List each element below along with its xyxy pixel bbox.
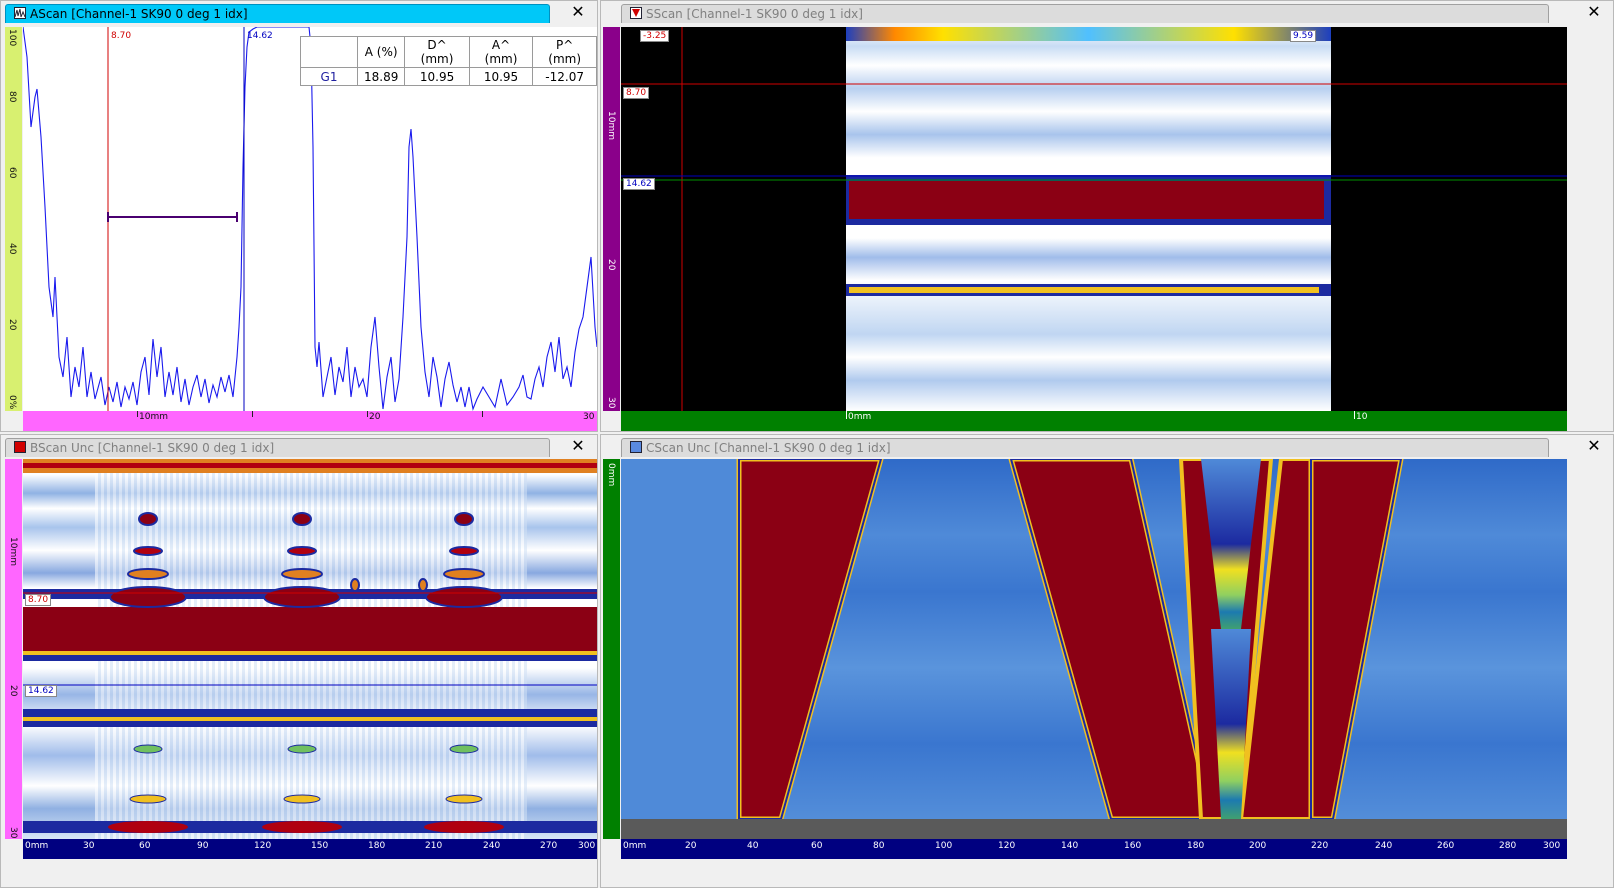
gate-value: -12.07 [532,67,597,86]
ruler-label: 40 [7,243,17,255]
ascan-cursor-blue-label: 14.62 [247,31,273,41]
ruler-label: 200 [1249,841,1267,851]
ruler-label: 240 [1375,841,1393,851]
gate-value: 18.89 [356,67,406,86]
gate-name: G1 [300,67,358,86]
ruler-label: 10 [1356,412,1368,422]
ruler-label: 100 [7,29,17,47]
ruler-label: 120 [998,841,1016,851]
ruler-label: 180 [368,841,386,851]
ruler-label: 270 [540,841,558,851]
ruler-label: 10mm [8,537,18,566]
cscan-scan-ruler[interactable]: 0mm 20 40 60 80 100 120 140 160 180 200 … [621,839,1567,859]
sscan-cursor-red-label: 8.70 [623,87,650,99]
bscan-image[interactable] [23,459,597,839]
ruler-label: 30 [8,827,18,839]
ascan-icon [14,7,26,19]
gate-value: 10.95 [404,67,470,86]
ruler-label: 30 [83,841,95,851]
sscan-marker-top-right: 9.59 [1290,30,1317,42]
ruler-label: 300 [578,841,596,851]
ruler-label: 20 [8,685,18,697]
ruler-label: 80 [873,841,885,851]
ascan-depth-ruler[interactable]: 10mm 20 30 [23,411,597,431]
cscan-icon [630,441,642,453]
ruler-label: 220 [1311,841,1329,851]
bscan-cursor-red-label: 8.70 [25,594,52,606]
ascan-close-button[interactable]: ✕ [567,2,589,22]
ruler-label: 280 [1499,841,1517,851]
cscan-title: CScan Unc [Channel-1 SK90 0 deg 1 idx] [646,441,891,455]
sscan-marker-top-left: -3.25 [640,30,670,42]
ruler-label: 80 [7,91,17,103]
ruler-label: 20 [685,841,697,851]
ascan-title: AScan [Channel-1 SK90 0 deg 1 idx] [30,7,248,21]
bscan-depth-ruler[interactable]: 10mm 20 30 [5,459,22,839]
ruler-label: 0mm [848,412,872,422]
ruler-label: 210 [425,841,443,851]
sscan-cursor-blue-label: 14.62 [623,178,655,190]
bscan-scan-ruler[interactable]: 0mm 30 60 90 120 150 180 210 240 270 300 [23,839,597,859]
ruler-label: 100 [935,841,953,851]
ruler-label: 10mm [139,412,168,422]
bscan-icon [14,441,26,453]
ruler-label: 0mm [606,463,616,487]
bscan-titlebar: BScan Unc [Channel-1 SK90 0 deg 1 idx] ✕ [1,435,597,457]
ruler-label: 40 [747,841,759,851]
bscan-window: BScan Unc [Channel-1 SK90 0 deg 1 idx] ✕… [0,434,598,888]
ruler-label: 60 [139,841,151,851]
ruler-label: 20 [606,259,616,271]
ascan-cursor-red-label: 8.70 [111,31,132,41]
ruler-label: 140 [1061,841,1079,851]
ruler-label: 260 [1437,841,1455,851]
ascan-amplitude-ruler[interactable]: 100 80 60 40 20 0% [5,27,22,411]
sscan-titlebar: SScan [Channel-1 SK90 0 deg 1 idx] ✕ [601,1,1613,23]
ruler-label: 0% [7,395,17,410]
sscan-image[interactable] [621,27,1567,411]
sscan-icon [630,7,642,19]
ascan-tab[interactable]: AScan [Channel-1 SK90 0 deg 1 idx] [5,4,550,23]
cscan-image[interactable] [621,459,1567,839]
sscan-title: SScan [Channel-1 SK90 0 deg 1 idx] [646,7,863,21]
cscan-tab[interactable]: CScan Unc [Channel-1 SK90 0 deg 1 idx] [621,438,1549,457]
bscan-tab[interactable]: BScan Unc [Channel-1 SK90 0 deg 1 idx] [5,438,550,457]
gate-header: P^ (mm) [532,36,597,68]
sscan-tab[interactable]: SScan [Channel-1 SK90 0 deg 1 idx] [621,4,1549,23]
cscan-close-button[interactable]: ✕ [1583,436,1605,456]
ruler-label: 180 [1187,841,1205,851]
sscan-close-button[interactable]: ✕ [1583,2,1605,22]
gate-header: A^ (mm) [468,36,534,68]
gate-header: A (%) [356,36,406,68]
ruler-label: 90 [197,841,209,851]
cscan-titlebar: CScan Unc [Channel-1 SK90 0 deg 1 idx] ✕ [601,435,1613,457]
ruler-label: 0mm [25,841,49,851]
gate-header [300,36,358,68]
ascan-window: AScan [Channel-1 SK90 0 deg 1 idx] ✕ 100… [0,0,598,432]
ruler-label: 30 [583,412,595,422]
ruler-label: 30 [606,397,616,409]
ruler-label: 20 [7,319,17,331]
ruler-label: 0mm [623,841,647,851]
sscan-window: SScan [Channel-1 SK90 0 deg 1 idx] ✕ 10m… [600,0,1614,432]
cscan-window: CScan Unc [Channel-1 SK90 0 deg 1 idx] ✕… [600,434,1614,888]
ruler-label: 60 [811,841,823,851]
ruler-label: 160 [1124,841,1142,851]
ruler-label: 300 [1543,841,1561,851]
sscan-scan-ruler[interactable]: 0mm 10 [621,411,1567,431]
ruler-label: 10mm [606,111,616,140]
sscan-depth-ruler[interactable]: 10mm 20 30 [603,27,620,411]
gate-readout-table: A (%) D^ (mm) A^ (mm) P^ (mm) G1 18.89 1… [300,36,597,86]
gate-value: 10.95 [468,67,534,86]
bscan-cursor-blue-label: 14.62 [25,685,57,697]
ruler-label: 240 [483,841,501,851]
bscan-close-button[interactable]: ✕ [567,436,589,456]
bscan-title: BScan Unc [Channel-1 SK90 0 deg 1 idx] [30,441,275,455]
ruler-label: 150 [311,841,329,851]
gate-header: D^ (mm) [404,36,470,68]
ascan-titlebar: AScan [Channel-1 SK90 0 deg 1 idx] ✕ [1,1,597,23]
ruler-label: 60 [7,167,17,179]
ruler-label: 120 [254,841,272,851]
ruler-label: 20 [369,412,381,422]
cscan-index-ruler[interactable]: 0mm [603,459,620,839]
